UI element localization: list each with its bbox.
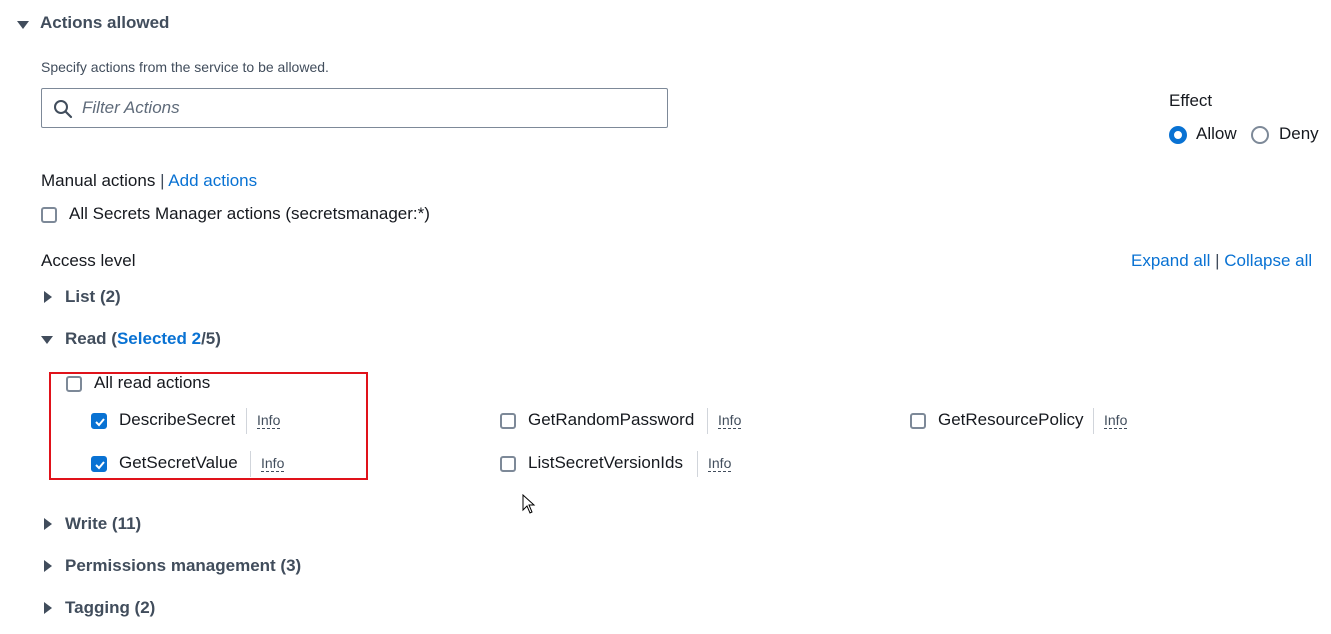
add-actions-link[interactable]: Add actions [168, 171, 257, 190]
describe-secret-checkbox[interactable] [91, 413, 107, 429]
checkmark-icon [95, 418, 105, 427]
info-divider [250, 451, 251, 477]
info-divider [246, 408, 247, 434]
info-divider [707, 408, 708, 434]
read-selected-count[interactable]: Selected 2 [117, 329, 201, 348]
list-group-title[interactable]: List (2) [65, 287, 121, 307]
info-divider [697, 451, 698, 477]
read-group-prefix: Read ( [65, 329, 117, 348]
all-read-actions-checkbox[interactable] [66, 376, 82, 392]
mouse-cursor-icon [522, 494, 536, 514]
manual-actions-row: Manual actions | Add actions [41, 171, 257, 191]
get-resource-policy-label[interactable]: GetResourcePolicy [938, 410, 1084, 430]
expand-all-link[interactable]: Expand all [1131, 251, 1210, 270]
manual-actions-label: Manual actions [41, 171, 156, 190]
collapse-caret-icon[interactable] [17, 21, 29, 29]
list-secret-version-ids-info-link[interactable]: Info [708, 455, 732, 472]
read-collapse-caret-icon[interactable] [41, 336, 53, 344]
get-secret-value-label[interactable]: GetSecretValue [119, 453, 238, 473]
info-divider [1093, 408, 1094, 434]
list-secret-version-ids-label[interactable]: ListSecretVersionIds [528, 453, 683, 473]
section-description: Specify actions from the service to be a… [41, 59, 329, 75]
search-icon [54, 100, 73, 119]
get-random-password-label[interactable]: GetRandomPassword [528, 410, 694, 430]
all-read-actions-label[interactable]: All read actions [94, 373, 210, 393]
tagging-group-title[interactable]: Tagging (2) [65, 598, 155, 618]
write-group-title[interactable]: Write (11) [65, 514, 141, 534]
filter-actions-search[interactable] [41, 88, 668, 128]
effect-deny-radio[interactable] [1251, 126, 1269, 144]
permissions-expand-caret-icon[interactable] [44, 560, 52, 572]
read-group-title[interactable]: Read (Selected 2/5) [65, 329, 221, 349]
list-expand-caret-icon[interactable] [44, 291, 52, 303]
effect-allow-label[interactable]: Allow [1196, 124, 1237, 144]
get-random-password-checkbox[interactable] [500, 413, 516, 429]
effect-allow-radio[interactable] [1169, 126, 1187, 144]
describe-secret-info-link[interactable]: Info [257, 412, 281, 429]
get-resource-policy-info-link[interactable]: Info [1104, 412, 1128, 429]
get-secret-value-info-link[interactable]: Info [261, 455, 285, 472]
filter-actions-input[interactable] [82, 89, 652, 127]
expand-collapse-separator: | [1215, 251, 1220, 270]
access-level-label: Access level [41, 251, 136, 270]
manual-actions-separator: | [160, 171, 165, 190]
effect-deny-label[interactable]: Deny [1279, 124, 1319, 144]
collapse-all-link[interactable]: Collapse all [1224, 251, 1312, 270]
tagging-expand-caret-icon[interactable] [44, 602, 52, 614]
get-secret-value-checkbox[interactable] [91, 456, 107, 472]
get-resource-policy-checkbox[interactable] [910, 413, 926, 429]
section-title[interactable]: Actions allowed [40, 13, 169, 33]
write-expand-caret-icon[interactable] [44, 518, 52, 530]
describe-secret-label[interactable]: DescribeSecret [119, 410, 235, 430]
read-group-suffix: /5) [201, 329, 221, 348]
checkmark-icon [95, 461, 105, 470]
all-secrets-manager-checkbox[interactable] [41, 207, 57, 223]
effect-label: Effect [1169, 91, 1213, 110]
permissions-group-title[interactable]: Permissions management (3) [65, 556, 301, 576]
get-random-password-info-link[interactable]: Info [718, 412, 742, 429]
list-secret-version-ids-checkbox[interactable] [500, 456, 516, 472]
all-secrets-manager-label[interactable]: All Secrets Manager actions (secretsmana… [69, 204, 430, 224]
expand-collapse-links: Expand all | Collapse all [1131, 251, 1312, 271]
